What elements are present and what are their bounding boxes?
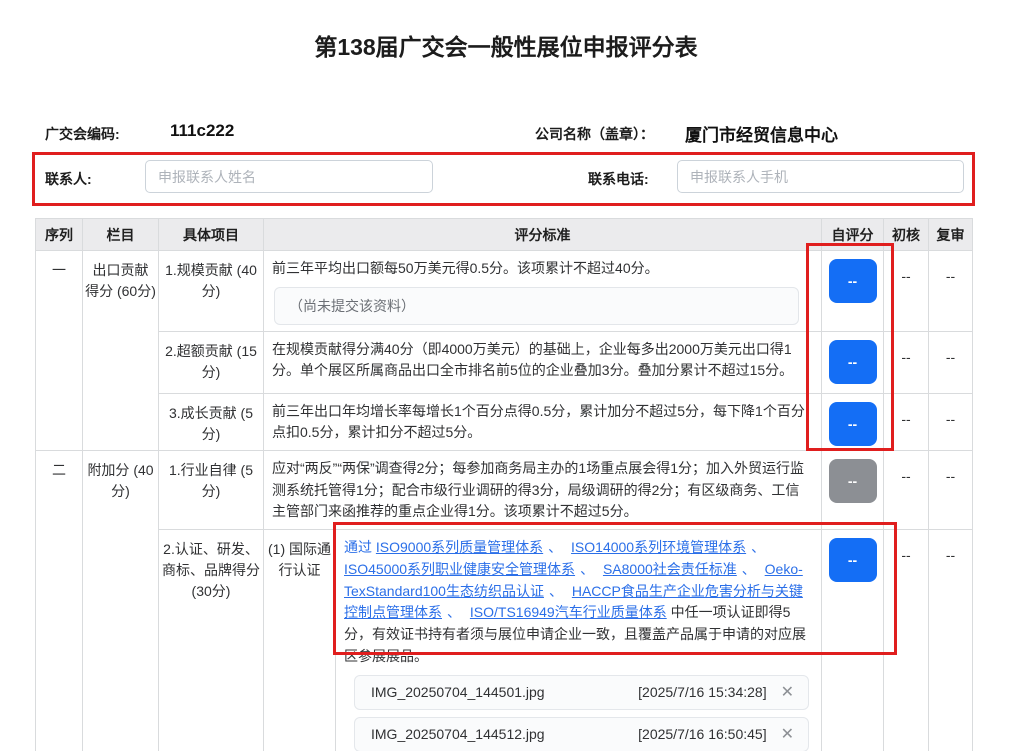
table-row: 2.超额贡献 (15分) 在规模贡献得分满40分（即4000万美元）的基础上，企… bbox=[36, 331, 973, 393]
criteria-cell: 应对“两反”“两保”调查得2分；每参加商务局主办的1场重点展会得1分；加入外贸运… bbox=[264, 451, 822, 530]
first-review-value: -- bbox=[884, 331, 929, 393]
attachment-timestamp: [2025/7/16 16:50:45] bbox=[638, 724, 766, 746]
category-cell: 出口贡献 得分 (60分) bbox=[83, 251, 159, 451]
criteria-cell: 前三年出口年均增长率每增长1个百分点得0.5分，累计加分不超过5分，每下降1个百… bbox=[264, 393, 822, 450]
contact-name-label: 联系人: bbox=[45, 169, 92, 189]
second-review-value: -- bbox=[929, 331, 973, 393]
company-name-label: 公司名称（盖章）： bbox=[535, 124, 654, 144]
remove-attachment-icon[interactable]: ✕ bbox=[781, 727, 794, 743]
criteria-cell: 在规模贡献得分满40分（即4000万美元）的基础上，企业每多出2000万美元出口… bbox=[264, 331, 822, 393]
link-separator: 、 bbox=[544, 583, 568, 599]
table-row: 2.认证、研发、商标、品牌得分 (30分) (1) 国际通行认证 通过 ISO9… bbox=[36, 530, 973, 751]
cert-link-iso-ts16949[interactable]: ISO/TS16949汽车行业质量体系 bbox=[470, 604, 667, 620]
cert-link-iso9000[interactable]: ISO9000系列质量管理体系 bbox=[376, 539, 543, 555]
cert-link-iso45000[interactable]: ISO45000系列职业健康安全管理体系 bbox=[344, 561, 575, 577]
first-review-value: -- bbox=[884, 393, 929, 450]
scoring-form-page: 第138届广交会一般性展位申报评分表 广交会编码: 111c222 公司名称（盖… bbox=[0, 0, 1012, 751]
link-separator: 、 bbox=[442, 604, 466, 620]
item-cell: 2.超额贡献 (15分) bbox=[159, 331, 264, 393]
col-header-category: 栏目 bbox=[83, 219, 159, 251]
scoring-table: 序列 栏目 具体项目 评分标准 自评分 初核 复审 一 出口贡献 得分 (60分… bbox=[35, 218, 973, 751]
cert-link-sa8000[interactable]: SA8000社会责任标准 bbox=[603, 561, 737, 577]
col-header-self-score: 自评分 bbox=[822, 219, 884, 251]
criteria-cell: 通过 ISO9000系列质量管理体系、 ISO14000系列环境管理体系、 IS… bbox=[336, 530, 822, 751]
fair-code-label: 广交会编码: bbox=[45, 124, 120, 144]
table-row: 3.成长贡献 (5分) 前三年出口年均增长率每增长1个百分点得0.5分，累计加分… bbox=[36, 393, 973, 450]
fair-code-value: 111c222 bbox=[170, 121, 234, 141]
not-submitted-notice: （尚未提交该资料） bbox=[274, 287, 799, 325]
col-header-criteria: 评分标准 bbox=[264, 219, 822, 251]
self-score-cell: -- bbox=[822, 331, 884, 393]
attachment-item: IMG_20250704_144501.jpg [2025/7/16 15:34… bbox=[354, 675, 809, 710]
self-score-button[interactable]: -- bbox=[829, 402, 877, 446]
link-separator: 、 bbox=[543, 539, 567, 555]
self-score-cell: -- bbox=[822, 251, 884, 332]
category-cell: 附加分 (40分) bbox=[83, 451, 159, 751]
certification-criteria-text: 通过 ISO9000系列质量管理体系、 ISO14000系列环境管理体系、 IS… bbox=[344, 537, 809, 667]
first-review-value: -- bbox=[884, 251, 929, 332]
attachment-filename: IMG_20250704_144512.jpg bbox=[371, 724, 545, 746]
seq-cell: 二 bbox=[36, 451, 83, 751]
table-header-row: 序列 栏目 具体项目 评分标准 自评分 初核 复审 bbox=[36, 219, 973, 251]
contact-phone-input[interactable] bbox=[677, 160, 964, 193]
criteria-text: 前三年平均出口额每50万美元得0.5分。该项累计不超过40分。 bbox=[272, 258, 809, 280]
col-header-seq: 序列 bbox=[36, 219, 83, 251]
link-separator: 、 bbox=[575, 561, 599, 577]
self-score-button[interactable]: -- bbox=[829, 340, 877, 384]
item-cell: 1.行业自律 (5分) bbox=[159, 451, 264, 530]
table-row: 一 出口贡献 得分 (60分) 1.规模贡献 (40分) 前三年平均出口额每50… bbox=[36, 251, 973, 332]
self-score-button-disabled[interactable]: -- bbox=[829, 459, 877, 503]
self-score-cell: -- bbox=[822, 530, 884, 751]
self-score-cell: -- bbox=[822, 451, 884, 530]
second-review-value: -- bbox=[929, 530, 973, 751]
col-header-item: 具体项目 bbox=[159, 219, 264, 251]
first-review-value: -- bbox=[884, 451, 929, 530]
page-title: 第138届广交会一般性展位申报评分表 bbox=[0, 28, 1012, 62]
criteria-prefix: 通过 bbox=[344, 539, 372, 555]
second-review-value: -- bbox=[929, 393, 973, 450]
item-cell: 1.规模贡献 (40分) bbox=[159, 251, 264, 332]
col-header-second-review: 复审 bbox=[929, 219, 973, 251]
attachment-filename: IMG_20250704_144501.jpg bbox=[371, 682, 545, 704]
second-review-value: -- bbox=[929, 251, 973, 332]
company-name-value: 厦门市经贸信息中心 bbox=[685, 121, 838, 146]
attachment-item: IMG_20250704_144512.jpg [2025/7/16 16:50… bbox=[354, 717, 809, 751]
contact-phone-label: 联系电话: bbox=[588, 169, 649, 189]
second-review-value: -- bbox=[929, 451, 973, 530]
seq-cell: 一 bbox=[36, 251, 83, 451]
first-review-value: -- bbox=[884, 530, 929, 751]
contact-name-input[interactable] bbox=[145, 160, 433, 193]
self-score-cell: -- bbox=[822, 393, 884, 450]
item-cell: 3.成长贡献 (5分) bbox=[159, 393, 264, 450]
remove-attachment-icon[interactable]: ✕ bbox=[781, 685, 794, 701]
col-header-first-review: 初核 bbox=[884, 219, 929, 251]
self-score-button[interactable]: -- bbox=[829, 259, 877, 303]
cert-link-iso14000[interactable]: ISO14000系列环境管理体系 bbox=[571, 539, 746, 555]
criteria-cell: 前三年平均出口额每50万美元得0.5分。该项累计不超过40分。 （尚未提交该资料… bbox=[264, 251, 822, 332]
link-separator: 、 bbox=[746, 539, 770, 555]
attachment-timestamp: [2025/7/16 15:34:28] bbox=[638, 682, 766, 704]
table-row: 二 附加分 (40分) 1.行业自律 (5分) 应对“两反”“两保”调查得2分；… bbox=[36, 451, 973, 530]
self-score-button[interactable]: -- bbox=[829, 538, 877, 582]
link-separator: 、 bbox=[737, 561, 761, 577]
sub-item-cell: (1) 国际通行认证 bbox=[264, 530, 336, 751]
item-cell: 2.认证、研发、商标、品牌得分 (30分) bbox=[159, 530, 264, 751]
